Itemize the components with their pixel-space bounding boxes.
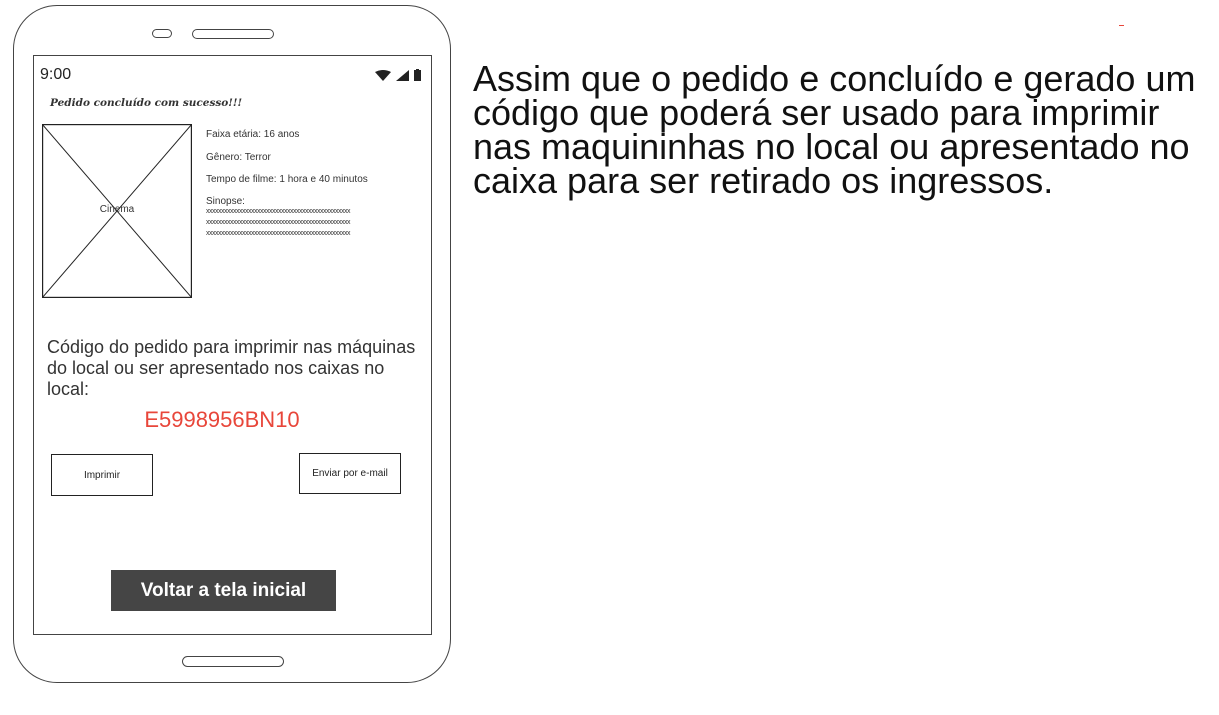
email-button[interactable]: Enviar por e-mail — [299, 453, 401, 494]
code-instructions: Código do pedido para imprimir nas máqui… — [47, 337, 416, 399]
signal-icon — [396, 69, 409, 81]
order-code: E5998956BN10 — [144, 407, 300, 432]
synopsis-label: Sinopse: — [206, 196, 245, 207]
synopsis-line: xxxxxxxxxxxxxxxxxxxxxxxxxxxxxxxxxxxxxxxx… — [206, 219, 351, 226]
back-home-button[interactable]: Voltar a tela inicial — [111, 570, 336, 611]
speaker-grille — [192, 29, 274, 39]
status-icons — [375, 69, 421, 81]
synopsis-line: xxxxxxxxxxxxxxxxxxxxxxxxxxxxxxxxxxxxxxxx… — [206, 230, 351, 237]
synopsis-line: xxxxxxxxxxxxxxxxxxxxxxxxxxxxxxxxxxxxxxxx… — [206, 208, 351, 215]
poster-label: Cinema — [99, 204, 135, 215]
duration: Tempo de filme: 1 hora e 40 minutos — [206, 174, 368, 185]
screen-description: Assim que o pedido e concluído e gerado … — [473, 58, 1196, 201]
age-rating: Faixa etária: 16 anos — [206, 129, 300, 140]
genre: Gênero: Terror — [206, 152, 271, 163]
phone-frame: 9:00 Pedido concluído com sucesso!!! Cin… — [13, 5, 451, 683]
battery-icon — [414, 69, 421, 81]
phone-screen: 9:00 Pedido concluído com sucesso!!! Cin… — [33, 55, 432, 635]
camera-dot — [152, 29, 172, 38]
status-time: 9:00 — [40, 66, 72, 83]
wifi-icon — [375, 69, 391, 81]
print-button[interactable]: Imprimir — [51, 454, 153, 496]
success-message: Pedido concluído com sucesso!!! — [50, 97, 243, 109]
home-button[interactable] — [182, 656, 284, 667]
stray-mark — [1119, 25, 1124, 26]
